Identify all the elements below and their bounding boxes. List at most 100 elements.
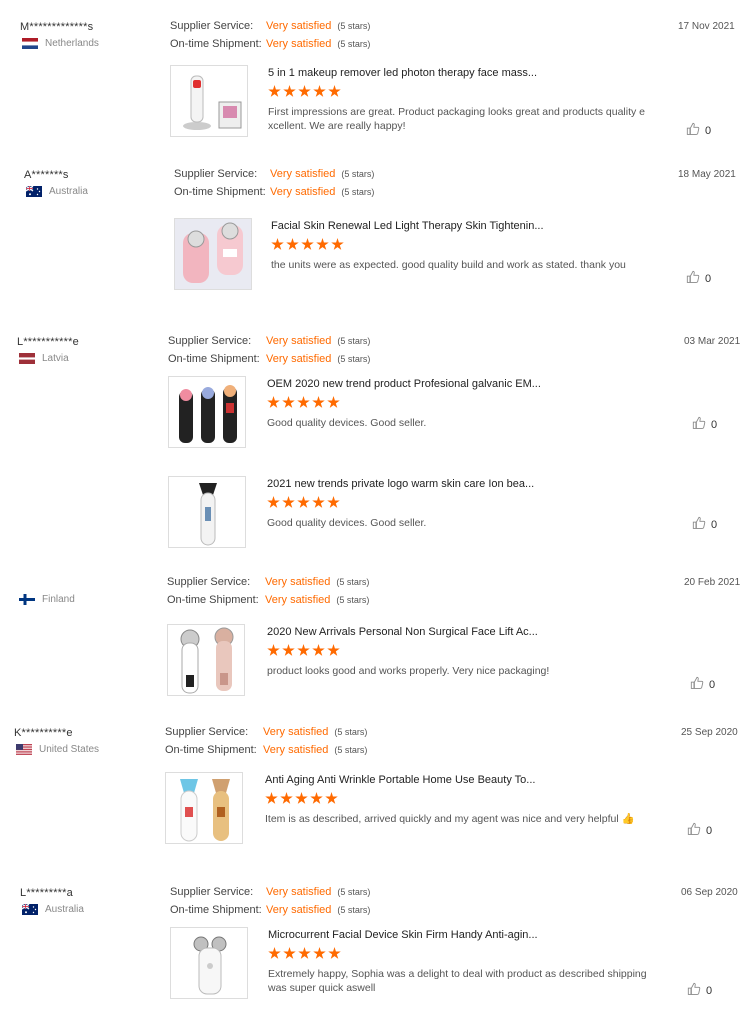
thumbs-up-icon[interactable] bbox=[690, 676, 704, 693]
face-massager-image[interactable] bbox=[170, 65, 248, 137]
like-button[interactable]: 0 bbox=[692, 516, 717, 533]
australia-flag-icon bbox=[22, 904, 38, 915]
product-review: Facial Skin Renewal Led Light Therapy Sk… bbox=[0, 218, 750, 298]
shipment-label: On-time Shipment: bbox=[168, 353, 260, 365]
product-review: Anti Aging Anti Wrinkle Portable Home Us… bbox=[0, 772, 750, 852]
star-icon bbox=[283, 947, 296, 959]
shipment-stars-text: (5 stars) bbox=[336, 595, 370, 605]
review-date: 25 Sep 2020 bbox=[681, 727, 738, 738]
australia-flag-icon bbox=[26, 186, 42, 197]
shipment-value: Very satisfied bbox=[263, 744, 329, 756]
supplier-stars-text: (5 stars) bbox=[334, 727, 368, 737]
shipment-value: Very satisfied bbox=[265, 594, 331, 606]
supplier-service-rating: Supplier Service: Very satisfied (5 stars) bbox=[170, 20, 370, 32]
pink-device-image[interactable] bbox=[174, 218, 252, 290]
country-name: Australia bbox=[49, 186, 88, 197]
buyer-country: Finland bbox=[19, 594, 75, 605]
rating-stars bbox=[268, 85, 341, 98]
gold-white-devices-image[interactable] bbox=[165, 772, 243, 844]
review-item: A*******s Australia Supplier Service: Very … bbox=[0, 166, 750, 326]
thumbs-up-icon[interactable] bbox=[687, 822, 701, 839]
country-name: United States bbox=[39, 744, 100, 755]
like-button[interactable]: 0 bbox=[692, 416, 717, 433]
country-name: Netherlands bbox=[45, 38, 99, 49]
buyer-name: A*******s bbox=[24, 169, 69, 181]
like-count: 0 bbox=[711, 518, 718, 531]
roller-device-image[interactable] bbox=[170, 927, 248, 999]
like-button[interactable]: 0 bbox=[687, 822, 712, 839]
shipment-rating: On-time Shipment: Very satisfied (5 stars) bbox=[174, 186, 374, 198]
buyer-country: United States bbox=[16, 744, 99, 755]
thumbs-up-icon[interactable] bbox=[686, 122, 700, 139]
like-button[interactable]: 0 bbox=[686, 122, 711, 139]
like-count: 0 bbox=[711, 418, 718, 431]
buyer-country: Australia bbox=[22, 904, 84, 915]
shipment-stars-text: (5 stars) bbox=[337, 39, 371, 49]
review-date: 20 Feb 2021 bbox=[684, 577, 741, 588]
supplier-service-rating: Supplier Service: Very satisfied (5 stars) bbox=[170, 886, 370, 898]
thumbs-up-icon[interactable] bbox=[687, 982, 701, 999]
two-devices-image[interactable] bbox=[167, 624, 245, 696]
star-icon bbox=[313, 947, 326, 959]
rating-stars bbox=[268, 947, 341, 960]
product-title-link[interactable]: Microcurrent Facial Device Skin Firm Han… bbox=[268, 929, 538, 941]
star-icon bbox=[295, 792, 308, 804]
star-icon bbox=[331, 238, 344, 250]
star-icon bbox=[267, 496, 280, 508]
star-icon bbox=[286, 238, 299, 250]
star-icon bbox=[312, 644, 325, 656]
shipment-rating: On-time Shipment: Very satisfied (5 stars) bbox=[167, 594, 369, 606]
thumbs-up-icon[interactable] bbox=[686, 270, 700, 287]
shipment-label: On-time Shipment: bbox=[165, 744, 257, 756]
star-icon bbox=[280, 792, 293, 804]
star-icon bbox=[267, 396, 280, 408]
like-button[interactable]: 0 bbox=[687, 982, 712, 999]
supplier-value: Very satisfied bbox=[266, 886, 332, 898]
supplier-value: Very satisfied bbox=[266, 20, 332, 32]
shipment-value: Very satisfied bbox=[266, 904, 332, 916]
supplier-label: Supplier Service: bbox=[168, 335, 252, 347]
supplier-stars-text: (5 stars) bbox=[341, 169, 375, 179]
product-title-link[interactable]: 2021 new trends private logo warm skin c… bbox=[267, 478, 534, 490]
white-device-image[interactable] bbox=[168, 476, 246, 548]
review-item: M*************s Netherlands Supplier Servi… bbox=[0, 18, 750, 178]
rating-stars bbox=[267, 644, 340, 657]
star-icon bbox=[268, 947, 281, 959]
star-icon bbox=[268, 85, 281, 97]
star-icon bbox=[297, 644, 310, 656]
star-icon bbox=[283, 85, 296, 97]
star-icon bbox=[325, 792, 338, 804]
review-text: Item is as described, arrived quickly an… bbox=[265, 813, 635, 825]
product-title-link[interactable]: Anti Aging Anti Wrinkle Portable Home Us… bbox=[265, 774, 535, 786]
product-title-link[interactable]: 5 in 1 makeup remover led photon therapy… bbox=[268, 67, 537, 79]
shipment-label: On-time Shipment: bbox=[167, 594, 259, 606]
like-button[interactable]: 0 bbox=[690, 676, 715, 693]
star-icon bbox=[316, 238, 329, 250]
star-icon bbox=[327, 496, 340, 508]
buyer-country: Latvia bbox=[19, 353, 69, 364]
like-count: 0 bbox=[706, 984, 713, 997]
like-count: 0 bbox=[706, 824, 713, 837]
supplier-value: Very satisfied bbox=[263, 726, 329, 738]
supplier-stars-text: (5 stars) bbox=[337, 336, 371, 346]
buyer-name: M*************s bbox=[20, 21, 94, 33]
product-title-link[interactable]: OEM 2020 new trend product Profesional g… bbox=[267, 378, 541, 390]
supplier-service-rating: Supplier Service: Very satisfied (5 stars) bbox=[167, 576, 369, 588]
like-button[interactable]: 0 bbox=[686, 270, 711, 287]
buyer-name: L***********e bbox=[17, 336, 79, 348]
shipment-rating: On-time Shipment: Very satisfied (5 stars) bbox=[170, 38, 370, 50]
latvia-flag-icon bbox=[19, 353, 35, 364]
three-devices-image[interactable] bbox=[168, 376, 246, 448]
thumbs-up-icon[interactable] bbox=[692, 516, 706, 533]
product-title-link[interactable]: 2020 New Arrivals Personal Non Surgical … bbox=[267, 626, 538, 638]
review-text: Good quality devices. Good seller. bbox=[267, 417, 427, 429]
review-item: K**********e United States Supplier Servic… bbox=[0, 724, 750, 884]
review-text: product looks good and works properly. V… bbox=[267, 665, 550, 677]
star-icon bbox=[282, 496, 295, 508]
supplier-label: Supplier Service: bbox=[165, 726, 249, 738]
thumbs-up-icon[interactable] bbox=[692, 416, 706, 433]
shipment-value: Very satisfied bbox=[270, 186, 336, 198]
country-name: Finland bbox=[42, 594, 75, 605]
product-title-link[interactable]: Facial Skin Renewal Led Light Therapy Sk… bbox=[271, 220, 544, 232]
country-name: Latvia bbox=[42, 353, 69, 364]
